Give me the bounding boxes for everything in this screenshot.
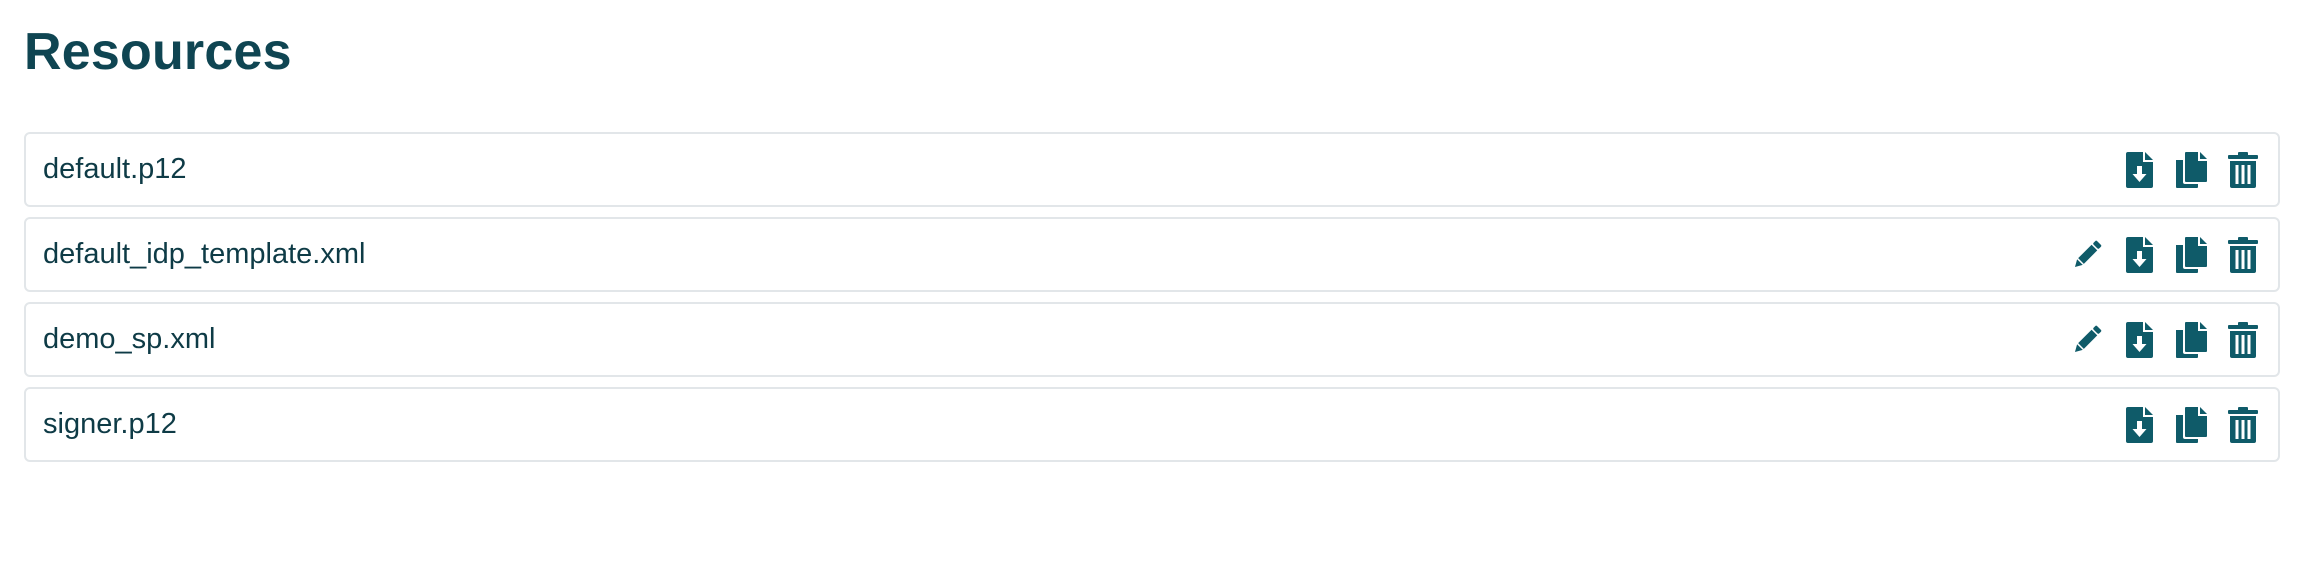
- delete-button[interactable]: [2226, 405, 2260, 445]
- pencil-icon: [2069, 322, 2105, 358]
- download-button[interactable]: [2122, 320, 2156, 360]
- copy-icon: [2174, 406, 2208, 444]
- copy-icon: [2174, 151, 2208, 189]
- edit-button[interactable]: [2070, 235, 2104, 275]
- resource-row: demo_sp.xml: [24, 302, 2280, 377]
- download-icon: [2124, 151, 2154, 189]
- resource-name: demo_sp.xml: [43, 323, 216, 355]
- copy-icon: [2174, 321, 2208, 359]
- resource-actions: [2122, 150, 2260, 190]
- resource-name: signer.p12: [43, 408, 177, 440]
- resource-name: default_idp_template.xml: [43, 238, 366, 270]
- page-title: Resources: [24, 23, 292, 81]
- resource-actions: [2070, 320, 2260, 360]
- resource-row: signer.p12: [24, 387, 2280, 462]
- download-button[interactable]: [2122, 235, 2156, 275]
- copy-button[interactable]: [2174, 405, 2208, 445]
- delete-button[interactable]: [2226, 235, 2260, 275]
- edit-button[interactable]: [2070, 320, 2104, 360]
- resource-list: default.p12 default_idp_template.xml demo_…: [24, 132, 2280, 462]
- resource-row: default_idp_template.xml: [24, 217, 2280, 292]
- resources-page: Resources default.p12 default_idp_templat…: [0, 0, 2304, 565]
- copy-button[interactable]: [2174, 150, 2208, 190]
- resource-row: default.p12: [24, 132, 2280, 207]
- trash-icon: [2227, 406, 2259, 444]
- resource-actions: [2070, 235, 2260, 275]
- download-icon: [2124, 321, 2154, 359]
- resource-actions: [2122, 405, 2260, 445]
- trash-icon: [2227, 236, 2259, 274]
- copy-button[interactable]: [2174, 320, 2208, 360]
- download-icon: [2124, 236, 2154, 274]
- resource-name: default.p12: [43, 153, 187, 185]
- download-icon: [2124, 406, 2154, 444]
- download-button[interactable]: [2122, 150, 2156, 190]
- delete-button[interactable]: [2226, 150, 2260, 190]
- delete-button[interactable]: [2226, 320, 2260, 360]
- trash-icon: [2227, 151, 2259, 189]
- copy-icon: [2174, 236, 2208, 274]
- pencil-icon: [2069, 237, 2105, 273]
- download-button[interactable]: [2122, 405, 2156, 445]
- trash-icon: [2227, 321, 2259, 359]
- copy-button[interactable]: [2174, 235, 2208, 275]
